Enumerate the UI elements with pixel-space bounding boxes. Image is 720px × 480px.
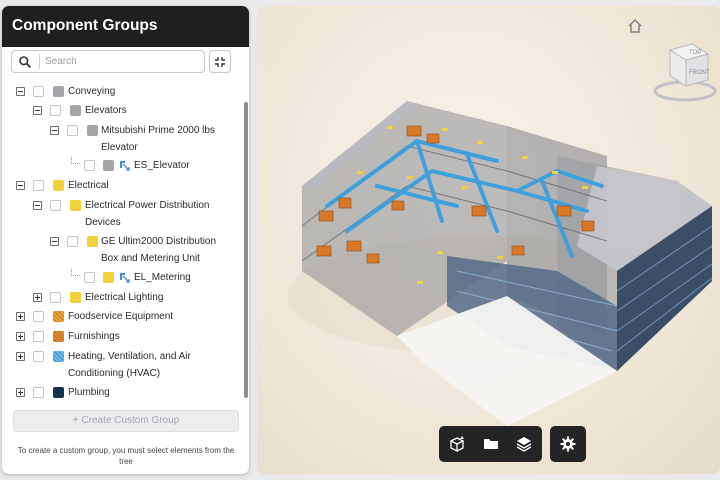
- tree-node-label: Heating, Ventilation, and Air: [68, 351, 191, 362]
- search-box[interactable]: [11, 50, 205, 73]
- folder-icon[interactable]: [482, 435, 500, 453]
- collapse-all-button[interactable]: [209, 50, 231, 73]
- tree-node-hvac[interactable]: Heating, Ventilation, and Air Conditioni…: [2, 348, 240, 382]
- collapse-icon: [215, 56, 225, 67]
- tree-node-mitsubishi-elevator[interactable]: Mitsubishi Prime 2000 lbs Elevator: [2, 122, 240, 156]
- tree-node-furnishings[interactable]: Furnishings: [2, 328, 240, 345]
- collapse-toggle[interactable]: [33, 201, 42, 210]
- checkbox[interactable]: [33, 311, 44, 322]
- viewcube[interactable]: TOP FRONT: [650, 36, 720, 106]
- component-groups-panel: Component Groups Co: [2, 6, 249, 474]
- tree-node-elevators[interactable]: Elevators: [2, 102, 240, 119]
- viewcube-front-label[interactable]: FRONT: [689, 70, 710, 76]
- checkbox[interactable]: [33, 86, 44, 97]
- checkbox[interactable]: [67, 236, 78, 247]
- model-browser-icon[interactable]: [449, 435, 467, 453]
- tree-node-label: EL_Metering: [134, 272, 191, 283]
- viewcube-top-label[interactable]: TOP: [689, 50, 701, 56]
- tree-node-label-line2: Elevator: [101, 142, 138, 153]
- color-swatch: [70, 105, 81, 116]
- color-swatch: [53, 331, 64, 342]
- tree-node-electrical[interactable]: Electrical: [2, 177, 240, 194]
- tree-node-label: ES_Elevator: [134, 160, 190, 171]
- checkbox[interactable]: [50, 292, 61, 303]
- search-input[interactable]: [45, 53, 195, 70]
- checkbox[interactable]: [50, 105, 61, 116]
- component-tree: Conveying Elevators Mitsubishi Prime 200…: [2, 78, 240, 408]
- checkbox[interactable]: [33, 180, 44, 191]
- checkbox[interactable]: [50, 200, 61, 211]
- checkbox[interactable]: [33, 387, 44, 398]
- expand-toggle[interactable]: [16, 312, 25, 321]
- tree-node-label: Furnishings: [68, 331, 120, 342]
- checkbox[interactable]: [84, 272, 95, 283]
- search-divider: [39, 54, 40, 69]
- color-swatch: [87, 125, 98, 136]
- tree-node-label: GE Ultim2000 Distribution: [101, 236, 217, 247]
- gear-icon: [560, 436, 576, 452]
- tree-node-electrical-lighting[interactable]: Electrical Lighting: [2, 289, 240, 306]
- checkbox[interactable]: [67, 125, 78, 136]
- expand-toggle[interactable]: [16, 332, 25, 341]
- create-group-hint: To create a custom group, you must selec…: [17, 446, 235, 466]
- tree-node-label: Plumbing: [68, 387, 110, 398]
- tree-node-label-line2: Devices: [85, 217, 121, 228]
- color-swatch: [53, 351, 64, 362]
- viewer-toolbar: [439, 426, 542, 462]
- layers-icon[interactable]: [515, 435, 533, 453]
- collapse-toggle[interactable]: [50, 237, 59, 246]
- tree-node-label: Foodservice Equipment: [68, 311, 174, 322]
- expand-toggle[interactable]: [33, 293, 42, 302]
- tree-node-foodservice-equipment[interactable]: Foodservice Equipment: [2, 308, 240, 325]
- search-icon: [19, 56, 31, 68]
- color-swatch: [53, 180, 64, 191]
- tree-node-label: Electrical Power Distribution: [85, 200, 210, 211]
- checkbox[interactable]: [33, 331, 44, 342]
- tree-node-label: Mitsubishi Prime 2000 lbs: [101, 125, 215, 136]
- tree-scrollbar[interactable]: [244, 102, 248, 398]
- model-viewer[interactable]: TOP FRONT: [257, 6, 720, 474]
- checkbox[interactable]: [84, 160, 95, 171]
- panel-title: Component Groups: [2, 6, 249, 47]
- collapse-toggle[interactable]: [16, 87, 25, 96]
- color-swatch: [53, 311, 64, 322]
- color-swatch: [53, 86, 64, 97]
- search-row: [2, 47, 249, 76]
- create-custom-group-button[interactable]: + Create Custom Group: [13, 410, 239, 432]
- checkbox[interactable]: [33, 351, 44, 362]
- tree-node-label: Electrical Lighting: [85, 292, 164, 303]
- element-icon: [120, 161, 130, 171]
- element-icon: [120, 273, 130, 283]
- tree-node-label-line2: Conditioning (HVAC): [68, 368, 161, 379]
- tree-node-el-metering[interactable]: EL_Metering: [2, 269, 240, 286]
- collapse-toggle[interactable]: [50, 126, 59, 135]
- tree-node-plumbing[interactable]: Plumbing: [2, 384, 240, 401]
- tree-node-label: Electrical: [68, 180, 109, 191]
- color-swatch: [70, 200, 81, 211]
- tree-node-label-line2: Box and Metering Unit: [101, 253, 200, 264]
- expand-toggle[interactable]: [16, 388, 25, 397]
- tree-node-electrical-power-distribution[interactable]: Electrical Power Distribution Devices: [2, 197, 240, 231]
- collapse-toggle[interactable]: [33, 106, 42, 115]
- tree-connector: [71, 157, 80, 164]
- collapse-toggle[interactable]: [16, 181, 25, 190]
- settings-button[interactable]: [550, 426, 586, 462]
- expand-toggle[interactable]: [16, 352, 25, 361]
- tree-node-conveying[interactable]: Conveying: [2, 83, 240, 100]
- home-icon[interactable]: [627, 18, 643, 34]
- color-swatch: [103, 272, 114, 283]
- color-swatch: [87, 236, 98, 247]
- tree-node-label: Conveying: [68, 86, 116, 97]
- app-window: Component Groups Co: [0, 0, 720, 480]
- tree-node-label: Elevators: [85, 105, 127, 116]
- tree-node-ge-ultim2000[interactable]: GE Ultim2000 Distribution Box and Meteri…: [2, 233, 240, 267]
- tree-connector: [71, 269, 80, 276]
- color-swatch: [53, 387, 64, 398]
- color-swatch: [103, 160, 114, 171]
- color-swatch: [70, 292, 81, 303]
- tree-node-es-elevator[interactable]: ES_Elevator: [2, 157, 240, 174]
